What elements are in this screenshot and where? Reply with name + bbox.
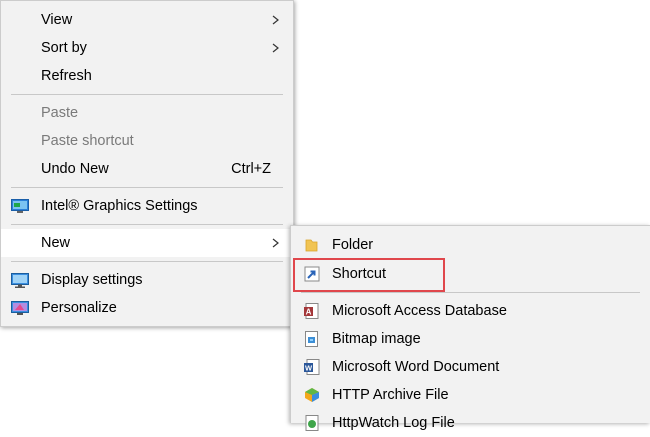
submenu-item-word-document[interactable]: W Microsoft Word Document bbox=[291, 353, 650, 381]
svg-text:A: A bbox=[306, 308, 312, 317]
personalize-icon bbox=[11, 301, 29, 315]
new-submenu: Folder Shortcut A Microsoft Access Datab… bbox=[290, 225, 650, 431]
submenu-item-label: Microsoft Word Document bbox=[332, 359, 500, 375]
menu-item-view[interactable]: View bbox=[1, 6, 293, 34]
svg-text:W: W bbox=[305, 364, 313, 373]
menu-item-paste: Paste bbox=[1, 99, 293, 127]
menu-item-sort-by[interactable]: Sort by bbox=[1, 34, 293, 62]
menu-separator bbox=[11, 187, 283, 188]
menu-item-label: Personalize bbox=[41, 300, 117, 316]
menu-item-label: Undo New bbox=[41, 161, 109, 177]
submenu-item-label: Microsoft Access Database bbox=[332, 303, 507, 319]
menu-separator bbox=[11, 224, 283, 225]
menu-separator bbox=[301, 292, 640, 293]
keyboard-shortcut: Ctrl+Z bbox=[231, 161, 271, 177]
chevron-right-icon bbox=[272, 15, 279, 25]
submenu-item-label: HTTP Archive File bbox=[332, 387, 449, 403]
chevron-right-icon bbox=[272, 238, 279, 248]
httpwatch-log-icon bbox=[305, 415, 319, 431]
menu-item-new[interactable]: New bbox=[1, 229, 293, 257]
menu-item-label: Paste bbox=[41, 105, 79, 121]
menu-item-display-settings[interactable]: Display settings bbox=[1, 266, 293, 294]
menu-item-paste-shortcut: Paste shortcut bbox=[1, 127, 293, 155]
display-settings-icon bbox=[11, 273, 29, 288]
desktop-context-menu: View Sort by Refresh Paste Paste shortcu… bbox=[0, 0, 294, 327]
submenu-item-http-archive[interactable]: HTTP Archive File bbox=[291, 381, 650, 409]
bitmap-icon bbox=[305, 331, 318, 347]
submenu-item-label: Bitmap image bbox=[332, 331, 421, 347]
chevron-right-icon bbox=[272, 43, 279, 53]
submenu-item-httpwatch-log[interactable]: HttpWatch Log File bbox=[291, 409, 650, 437]
shortcut-highlight-annotation bbox=[293, 258, 445, 292]
folder-icon bbox=[305, 239, 318, 252]
menu-item-label: Refresh bbox=[41, 68, 92, 84]
submenu-item-access-database[interactable]: A Microsoft Access Database bbox=[291, 297, 650, 325]
word-icon: W bbox=[304, 359, 320, 375]
intel-graphics-icon bbox=[11, 199, 29, 213]
menu-item-intel-graphics[interactable]: Intel® Graphics Settings bbox=[1, 192, 293, 220]
menu-item-undo-new[interactable]: Undo New Ctrl+Z bbox=[1, 155, 293, 183]
menu-item-refresh[interactable]: Refresh bbox=[1, 62, 293, 90]
menu-item-label: View bbox=[41, 12, 73, 28]
menu-separator bbox=[11, 261, 283, 262]
menu-item-label: New bbox=[41, 235, 71, 251]
menu-separator bbox=[11, 94, 283, 95]
submenu-item-bitmap-image[interactable]: Bitmap image bbox=[291, 325, 650, 353]
menu-item-label: Sort by bbox=[41, 40, 87, 56]
menu-item-label: Display settings bbox=[41, 272, 143, 288]
menu-item-label: Paste shortcut bbox=[41, 133, 134, 149]
menu-item-label: Intel® Graphics Settings bbox=[41, 198, 198, 214]
access-icon: A bbox=[304, 303, 319, 319]
http-archive-icon bbox=[305, 388, 319, 402]
submenu-item-label: HttpWatch Log File bbox=[332, 415, 455, 431]
submenu-item-folder[interactable]: Folder bbox=[291, 231, 650, 259]
submenu-item-label: Folder bbox=[332, 237, 374, 253]
menu-item-personalize[interactable]: Personalize bbox=[1, 294, 293, 322]
